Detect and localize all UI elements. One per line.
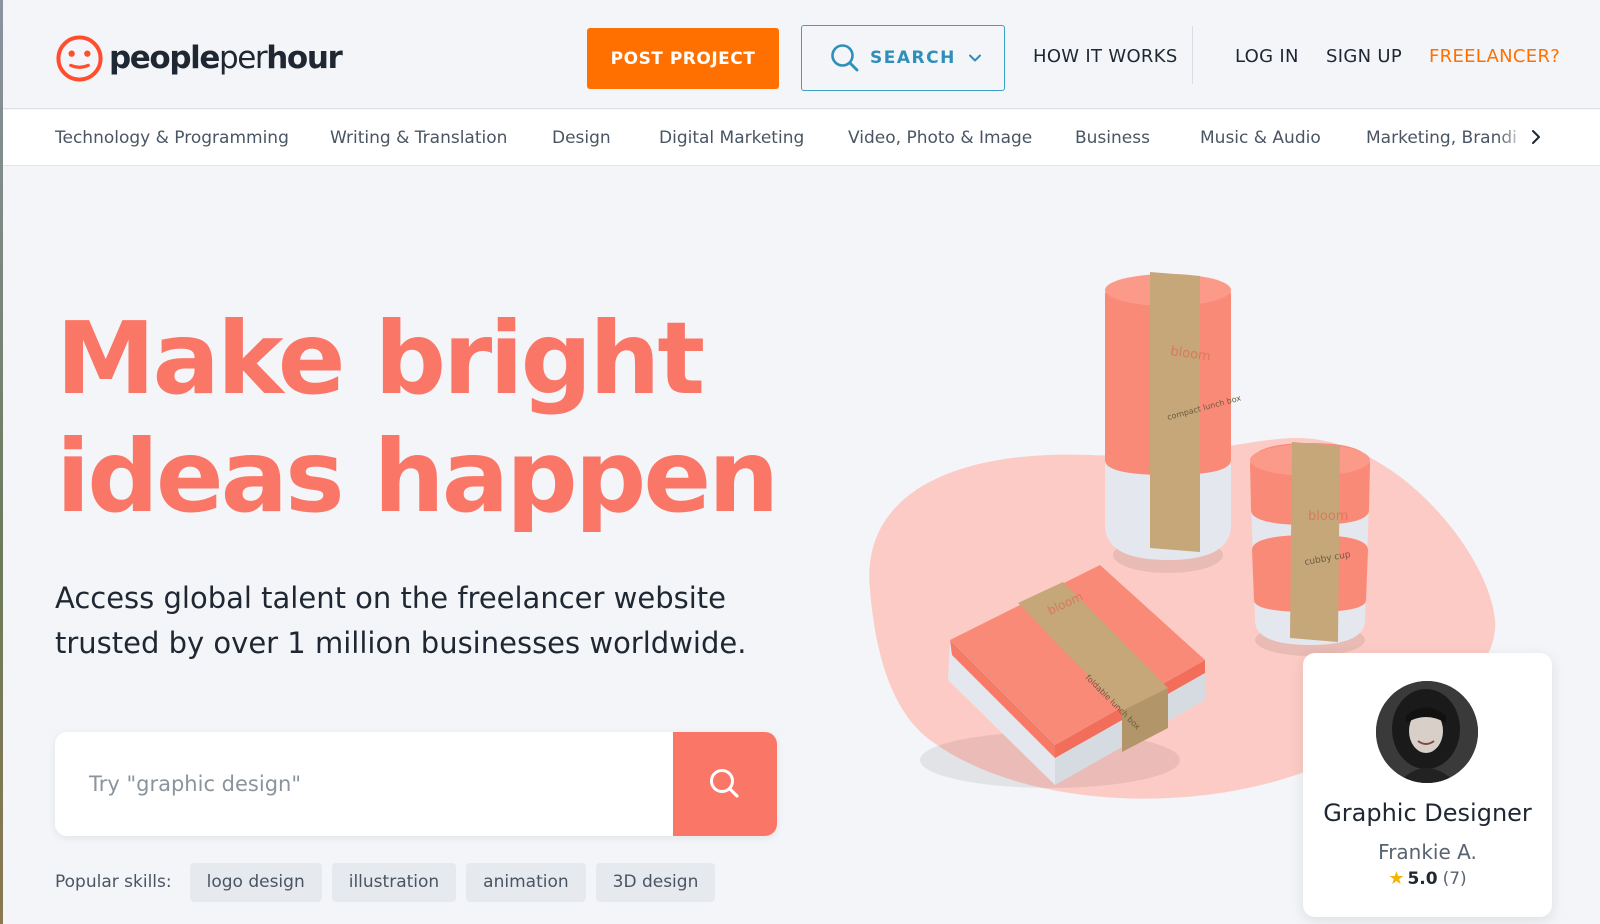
- hero-search-input[interactable]: [55, 732, 673, 836]
- hero-subtitle-line-2: trusted by over 1 million businesses wor…: [55, 626, 747, 660]
- avatar: [1376, 681, 1478, 783]
- skill-chip-animation[interactable]: animation: [466, 862, 586, 902]
- card-rating-score: 5.0: [1407, 868, 1438, 889]
- category-fade: [1498, 120, 1528, 156]
- category-technology-programming[interactable]: Technology & Programming: [55, 128, 289, 148]
- product-2-brand-text: bloom: [1308, 509, 1348, 524]
- hero-title-line-2: ideas happen: [56, 418, 779, 535]
- category-writing-translation[interactable]: Writing & Translation: [330, 128, 507, 148]
- search-dropdown-button[interactable]: SEARCH: [801, 25, 1005, 91]
- top-header: peopleperhour POST PROJECT SEARCH HOW IT…: [3, 0, 1600, 109]
- card-rating-count: (7): [1442, 868, 1467, 889]
- smiley-logo-icon: [56, 35, 103, 82]
- search-icon: [831, 44, 859, 72]
- post-project-button[interactable]: POST PROJECT: [587, 28, 779, 89]
- compact-lunch-box-product: bloom compact lunch box: [1105, 272, 1242, 573]
- hero-title: Make bright ideas happen: [56, 300, 816, 536]
- skill-chip-logo-design[interactable]: logo design: [189, 862, 322, 902]
- cubby-cup-product: bloom cubby cup: [1250, 442, 1370, 656]
- sign-up-link[interactable]: SIGN UP: [1326, 46, 1402, 68]
- category-business[interactable]: Business: [1075, 128, 1150, 148]
- card-name: Frankie A.: [1378, 840, 1477, 864]
- hero-search-button[interactable]: [673, 732, 777, 836]
- chevron-right-icon[interactable]: [1528, 127, 1544, 147]
- hero-title-line-1: Make bright: [56, 300, 705, 417]
- category-marketing-branding-sales[interactable]: Marketing, Branding & Sales: [1366, 128, 1516, 148]
- how-it-works-link[interactable]: HOW IT WORKS: [1033, 46, 1178, 68]
- category-digital-marketing[interactable]: Digital Marketing: [659, 128, 804, 148]
- logo-part-per: per: [218, 40, 268, 76]
- category-music-audio[interactable]: Music & Audio: [1200, 128, 1321, 148]
- avatar-portrait-image: [1376, 681, 1478, 783]
- logo-part-people: people: [109, 40, 220, 76]
- nav-divider: [1192, 26, 1193, 84]
- hero-subtitle-line-1: Access global talent on the freelancer w…: [55, 581, 726, 615]
- log-in-link[interactable]: LOG IN: [1235, 46, 1299, 68]
- card-role: Graphic Designer: [1323, 799, 1532, 827]
- logo-part-hour: hour: [266, 40, 343, 76]
- skill-chip-illustration[interactable]: illustration: [331, 862, 457, 902]
- search-icon: [710, 769, 739, 798]
- hero-search-box: [55, 732, 777, 836]
- popular-skills-label: Popular skills:: [55, 872, 172, 892]
- category-video-photo-image[interactable]: Video, Photo & Image: [848, 128, 1032, 148]
- category-design[interactable]: Design: [552, 128, 611, 148]
- freelancer-profile-card[interactable]: Graphic Designer Frankie A. ★ 5.0 (7): [1303, 653, 1552, 917]
- star-icon: ★: [1388, 868, 1405, 889]
- logo-wordmark: peopleperhour: [109, 40, 343, 76]
- popular-skills: Popular skills: logo design illustration…: [55, 862, 725, 902]
- hero-subtitle: Access global talent on the freelancer w…: [55, 576, 815, 666]
- category-bar: Technology & Programming Writing & Trans…: [3, 110, 1600, 166]
- logo[interactable]: peopleperhour: [55, 34, 343, 83]
- chevron-down-icon: [968, 54, 981, 62]
- category-overflow-clip: Marketing, Branding & Sales: [1366, 128, 1516, 150]
- card-rating: ★ 5.0 (7): [1303, 868, 1552, 889]
- search-button-label: SEARCH: [870, 48, 956, 68]
- freelancer-link[interactable]: FREELANCER?: [1429, 46, 1560, 68]
- skill-chip-3d-design[interactable]: 3D design: [595, 862, 716, 902]
